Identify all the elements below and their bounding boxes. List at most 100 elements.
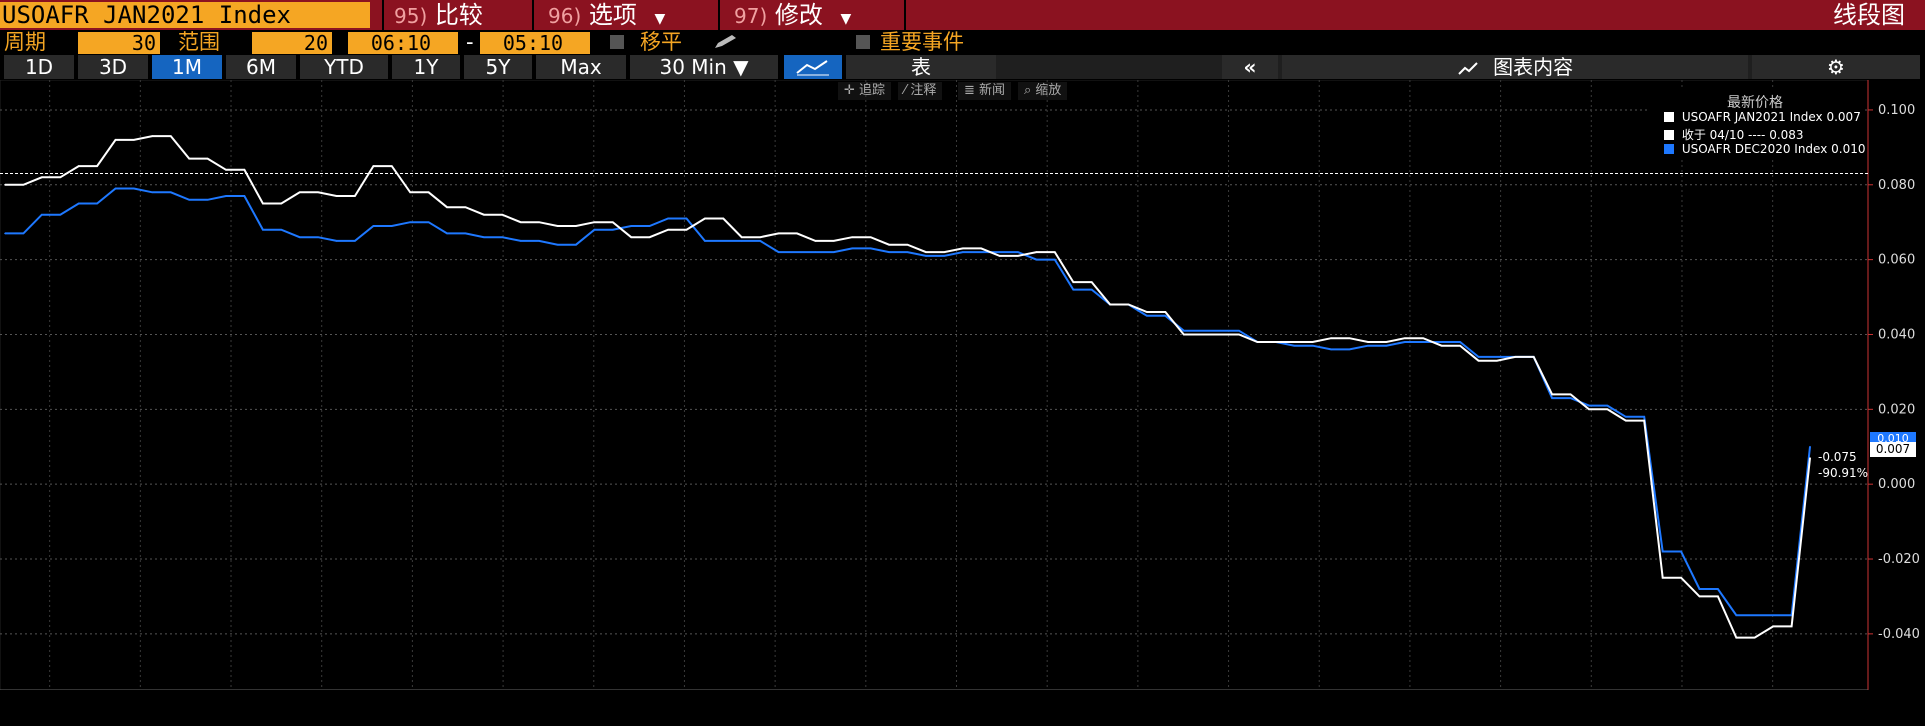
data-point xyxy=(925,251,927,253)
data-point xyxy=(1293,344,1296,347)
data-point xyxy=(1661,550,1664,553)
data-point xyxy=(962,251,964,253)
data-point xyxy=(851,247,853,250)
data-point xyxy=(1440,341,1443,343)
y-tick-label: 0.020 xyxy=(1878,402,1915,417)
options-menu[interactable]: 96) 选项 ▼ xyxy=(532,0,718,30)
line-chart-icon xyxy=(796,60,829,76)
data-point xyxy=(188,199,190,201)
period-input[interactable]: 30 xyxy=(78,32,160,54)
series-line xyxy=(5,187,1811,617)
data-point xyxy=(1256,341,1259,343)
series-line xyxy=(5,135,1811,639)
data-point xyxy=(298,191,301,194)
chart-content-label: 图表内容 xyxy=(1493,55,1574,79)
legend-swatch xyxy=(1664,144,1674,154)
data-point xyxy=(704,217,706,220)
events-checkbox[interactable] xyxy=(856,35,870,49)
legend-value: 0.007 xyxy=(1826,110,1861,124)
chart-icon xyxy=(1458,62,1478,75)
data-point xyxy=(630,225,632,227)
data-point xyxy=(1809,445,1811,448)
menu-divider xyxy=(904,0,908,30)
tab-ytd[interactable]: YTD xyxy=(300,55,388,79)
data-point xyxy=(1072,288,1075,291)
data-point xyxy=(1109,303,1111,306)
y-tick-label: -0.020 xyxy=(1878,552,1920,567)
data-point xyxy=(1367,344,1369,347)
table-button[interactable]: 表 xyxy=(846,55,996,79)
change-percent: -90.91% xyxy=(1818,466,1869,480)
tab-1m[interactable]: 1M xyxy=(152,55,222,79)
toolbar: 1D 3D 1M 6M YTD 1Y 5Y Max 30 Min ▼ 表 « 图… xyxy=(0,54,1925,80)
data-point xyxy=(1440,344,1443,347)
security-ticker-field[interactable]: USOAFR JAN2021 Index xyxy=(0,2,370,28)
tab-6m[interactable]: 6M xyxy=(226,55,296,79)
legend-item: USOAFR JAN2021 Index 0.007 xyxy=(1664,110,1861,124)
modify-menu-number: 97) xyxy=(734,4,768,28)
compare-menu[interactable]: 95) 比较 xyxy=(382,0,532,30)
tab-5y[interactable]: 5Y xyxy=(464,55,532,79)
price-chart[interactable]: 0.100 0.080 0.060 0.040 0.020 0.000 -0.020 -0.0… xyxy=(0,80,1925,690)
range-input[interactable]: 20 xyxy=(252,32,332,54)
data-point xyxy=(151,135,154,137)
data-point xyxy=(225,169,227,171)
data-point xyxy=(1183,329,1185,332)
interval-dropdown[interactable]: 30 Min ▼ xyxy=(630,55,778,79)
tab-max[interactable]: Max xyxy=(536,55,626,79)
data-point xyxy=(740,240,743,242)
data-point xyxy=(1551,393,1553,396)
moving-average-checkbox[interactable] xyxy=(610,35,624,49)
data-point xyxy=(519,240,522,242)
compare-menu-label: 比较 xyxy=(434,1,483,29)
gear-icon: ⚙ xyxy=(1827,55,1845,79)
y-tick-label: 0.080 xyxy=(1878,178,1915,193)
caret-down-icon: ▼ xyxy=(733,55,749,79)
data-point xyxy=(1146,311,1148,313)
collapse-button[interactable]: « xyxy=(1222,55,1278,79)
chevron-down-icon: ▼ xyxy=(654,11,666,27)
data-point xyxy=(1035,258,1038,261)
data-point xyxy=(1146,315,1148,317)
data-point xyxy=(1367,341,1369,343)
change-value: -0.075 xyxy=(1818,450,1857,464)
data-point xyxy=(1514,356,1517,358)
data-point xyxy=(925,255,927,257)
tab-1y[interactable]: 1Y xyxy=(392,55,460,79)
tab-1d[interactable]: 1D xyxy=(4,55,74,79)
data-point xyxy=(593,228,596,231)
start-time-input[interactable]: 06:10 xyxy=(348,32,458,54)
legend-item: USOAFR DEC2020 Index 0.010 xyxy=(1664,142,1866,156)
data-point xyxy=(1035,251,1038,253)
data-point xyxy=(41,213,43,216)
data-point xyxy=(1330,337,1332,340)
data-point xyxy=(1404,341,1406,343)
legend-swatch xyxy=(1664,130,1674,140)
legend-item: 收于 04/10 ---- 0.083 xyxy=(1664,126,1804,143)
data-point xyxy=(1698,588,1701,590)
chart-content-button[interactable]: 图表内容 xyxy=(1282,55,1748,79)
modify-menu[interactable]: 97) 修改 ▼ xyxy=(718,0,904,30)
data-point xyxy=(851,236,853,238)
data-point xyxy=(1293,341,1296,343)
y-tick-label: 0.060 xyxy=(1878,253,1915,268)
pencil-icon[interactable] xyxy=(712,33,742,51)
data-point xyxy=(1330,348,1332,351)
last-value-white: 0.007 xyxy=(1870,442,1916,457)
tab-3d[interactable]: 3D xyxy=(78,55,148,79)
data-point xyxy=(556,243,559,246)
data-point xyxy=(446,206,448,208)
data-point xyxy=(446,232,448,235)
data-point xyxy=(630,236,632,238)
data-point xyxy=(483,236,485,238)
end-time-input[interactable]: 05:10 xyxy=(480,32,590,54)
range-label: 范围 xyxy=(178,30,220,54)
settings-button[interactable]: ⚙ xyxy=(1752,55,1920,79)
legend-value: 0.010 xyxy=(1831,142,1866,156)
data-point xyxy=(114,187,117,190)
data-point xyxy=(1735,614,1738,616)
data-point xyxy=(298,236,301,238)
moving-average-label: 移平 xyxy=(640,30,682,54)
line-chart-toggle[interactable] xyxy=(784,55,842,79)
data-point xyxy=(888,243,890,246)
